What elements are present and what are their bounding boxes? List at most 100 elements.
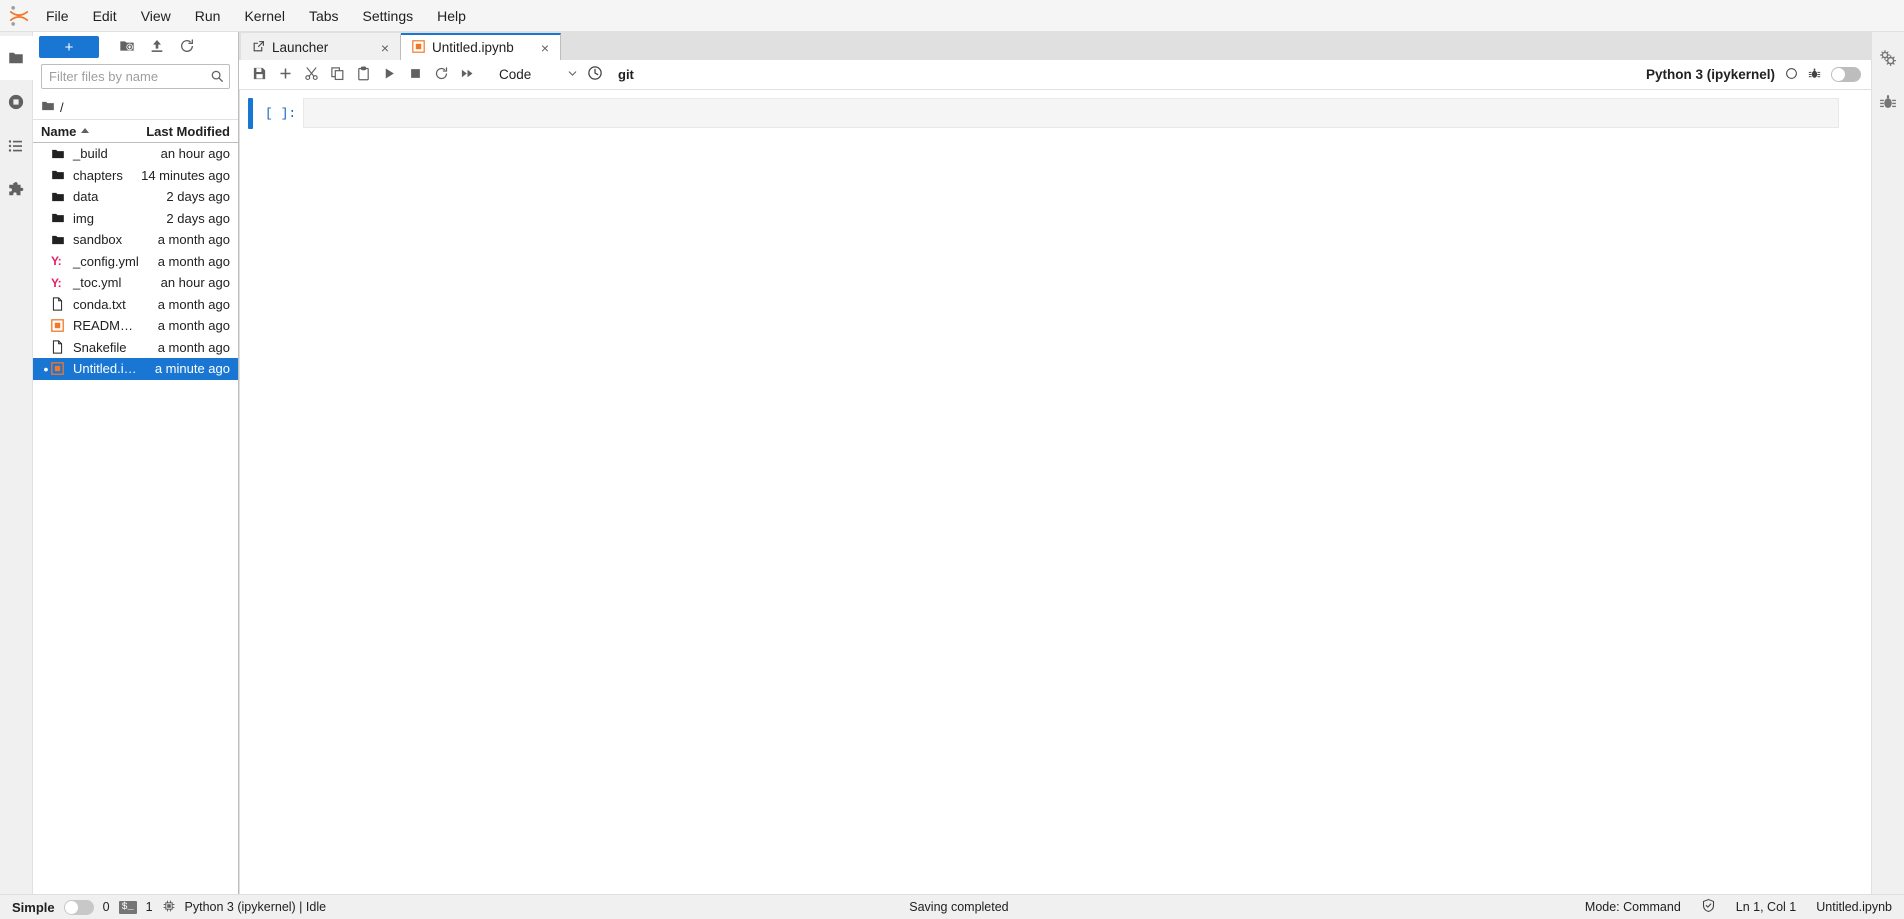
sidebar-item-running-sessions[interactable]: [0, 80, 33, 124]
current-filename: Untitled.ipynb: [1816, 900, 1892, 914]
file-list-item[interactable]: Y: _config.yml a month ago: [33, 251, 238, 273]
folder-icon: [51, 190, 70, 204]
file-list-item[interactable]: data 2 days ago: [33, 186, 238, 208]
file-modified: a month ago: [157, 339, 230, 355]
idle-circle-icon[interactable]: [1785, 67, 1798, 83]
gears-icon: [1879, 49, 1897, 67]
breadcrumb-folder-icon: [41, 99, 55, 116]
copy-cell-button[interactable]: [325, 63, 350, 87]
cursor-position[interactable]: Ln 1, Col 1: [1736, 900, 1796, 914]
breadcrumb[interactable]: /: [33, 95, 238, 119]
git-button[interactable]: git: [618, 67, 634, 82]
file-list-item[interactable]: conda.txt a month ago: [33, 294, 238, 316]
upload-button[interactable]: [143, 35, 171, 59]
bug-icon[interactable]: [1808, 67, 1821, 83]
body-region: + Filter files by name / Name Last Modif…: [0, 32, 1904, 894]
file-list-item[interactable]: chapters 14 minutes ago: [33, 165, 238, 187]
cell-type-dropdown[interactable]: Code: [495, 64, 581, 86]
file-name: _toc.yml: [73, 275, 122, 291]
menu-file[interactable]: File: [34, 2, 81, 30]
kernel-name-label[interactable]: Python 3 (ipykernel): [1646, 67, 1775, 82]
menu-kernel[interactable]: Kernel: [232, 2, 296, 30]
file-list-item[interactable]: Snakefile a month ago: [33, 337, 238, 359]
terminal-session-count[interactable]: 1: [146, 900, 153, 914]
file-list-item[interactable]: • Untitled.ip... a minute ago: [33, 358, 238, 380]
sidebar-item-extension-manager[interactable]: [0, 168, 33, 212]
kernel-status-text[interactable]: Python 3 (ipykernel) | Idle: [185, 900, 327, 914]
new-folder-button[interactable]: [113, 35, 141, 59]
menu-edit[interactable]: Edit: [81, 2, 129, 30]
tab-untitled-notebook-close-icon[interactable]: ×: [539, 41, 551, 55]
file-modified: an hour ago: [160, 275, 230, 291]
save-button[interactable]: [247, 63, 272, 87]
file-modified: 2 days ago: [166, 189, 230, 205]
filter-files-input[interactable]: [41, 64, 230, 89]
run-cell-button[interactable]: [377, 63, 402, 87]
file-list: _build an hour ago chapters 14 minutes ago d…: [33, 143, 238, 894]
execution-history-button[interactable]: [582, 63, 607, 87]
jupyterlab-window: File Edit View Run Kernel Tabs Settings …: [0, 0, 1904, 919]
cell-selection-bar: [248, 98, 253, 129]
menu-bar: File Edit View Run Kernel Tabs Settings …: [0, 0, 1904, 32]
folder-icon: [7, 49, 25, 67]
notebook-cell[interactable]: [ ]:: [240, 98, 1871, 129]
breadcrumb-root[interactable]: /: [60, 100, 64, 115]
cell-type-value: Code: [499, 67, 532, 82]
sidebar-item-file-browser[interactable]: [0, 36, 33, 80]
file-modified: a minute ago: [154, 361, 230, 377]
launcher-icon: [252, 40, 265, 56]
new-launcher-button[interactable]: +: [39, 36, 99, 58]
scissors-icon: [304, 66, 319, 84]
upload-icon: [149, 38, 165, 57]
file-list-item[interactable]: README.... a month ago: [33, 315, 238, 337]
tab-launcher-close-icon[interactable]: ×: [379, 41, 391, 55]
file-browser-toolbar: +: [33, 32, 238, 62]
menu-view[interactable]: View: [129, 2, 183, 30]
kernel-session-count[interactable]: 0: [103, 900, 110, 914]
chevron-down-icon: [566, 67, 579, 83]
main-area: Launcher × Untitled.ipynb × Code git Pyt…: [239, 32, 1871, 894]
file-list-item[interactable]: img 2 days ago: [33, 208, 238, 230]
trusted-shield-icon[interactable]: [1701, 898, 1716, 916]
file-list-header: Name Last Modified: [33, 119, 238, 143]
sidebar-item-debugger[interactable]: [1872, 80, 1904, 124]
file-list-item[interactable]: _build an hour ago: [33, 143, 238, 165]
menu-help[interactable]: Help: [425, 2, 478, 30]
menu-settings[interactable]: Settings: [351, 2, 426, 30]
cut-cell-button[interactable]: [299, 63, 324, 87]
sidebar-item-property-inspector[interactable]: [1872, 36, 1904, 80]
insert-cell-button[interactable]: [273, 63, 298, 87]
jupyter-logo-icon: [4, 3, 34, 29]
tab-bar: Launcher × Untitled.ipynb ×: [239, 32, 1871, 60]
tab-launcher[interactable]: Launcher ×: [241, 33, 401, 60]
running-circle-icon: [7, 93, 25, 111]
refresh-button[interactable]: [173, 35, 201, 59]
cell-input-area[interactable]: [303, 98, 1839, 128]
tab-untitled-notebook[interactable]: Untitled.ipynb ×: [401, 33, 561, 60]
menu-run[interactable]: Run: [183, 2, 233, 30]
file-modified: a month ago: [157, 296, 230, 312]
simple-mode-toggle[interactable]: [63, 899, 94, 915]
column-header-name[interactable]: Name: [41, 124, 138, 139]
yaml-icon: Y:: [51, 254, 62, 269]
file-name: _build: [73, 146, 108, 162]
paste-cell-button[interactable]: [351, 63, 376, 87]
kernel-toggle-switch[interactable]: [1831, 67, 1861, 82]
editor-mode-label[interactable]: Mode: Command: [1585, 900, 1681, 914]
file-modified: 14 minutes ago: [141, 167, 230, 183]
stop-icon: [408, 66, 423, 84]
restart-kernel-button[interactable]: [429, 63, 454, 87]
terminal-icon[interactable]: $_: [118, 900, 137, 914]
sidebar-item-table-of-contents[interactable]: [0, 124, 33, 168]
cpu-icon[interactable]: [162, 899, 176, 916]
left-activity-bar: [0, 32, 33, 894]
text-file-icon: [51, 297, 70, 311]
menu-tabs[interactable]: Tabs: [297, 2, 351, 30]
paste-icon: [356, 66, 371, 84]
file-name: Untitled.ip...: [73, 361, 140, 377]
restart-run-all-button[interactable]: [455, 63, 480, 87]
interrupt-kernel-button[interactable]: [403, 63, 428, 87]
column-header-last-modified[interactable]: Last Modified: [138, 124, 238, 139]
file-list-item[interactable]: Y: _toc.yml an hour ago: [33, 272, 238, 294]
file-list-item[interactable]: sandbox a month ago: [33, 229, 238, 251]
